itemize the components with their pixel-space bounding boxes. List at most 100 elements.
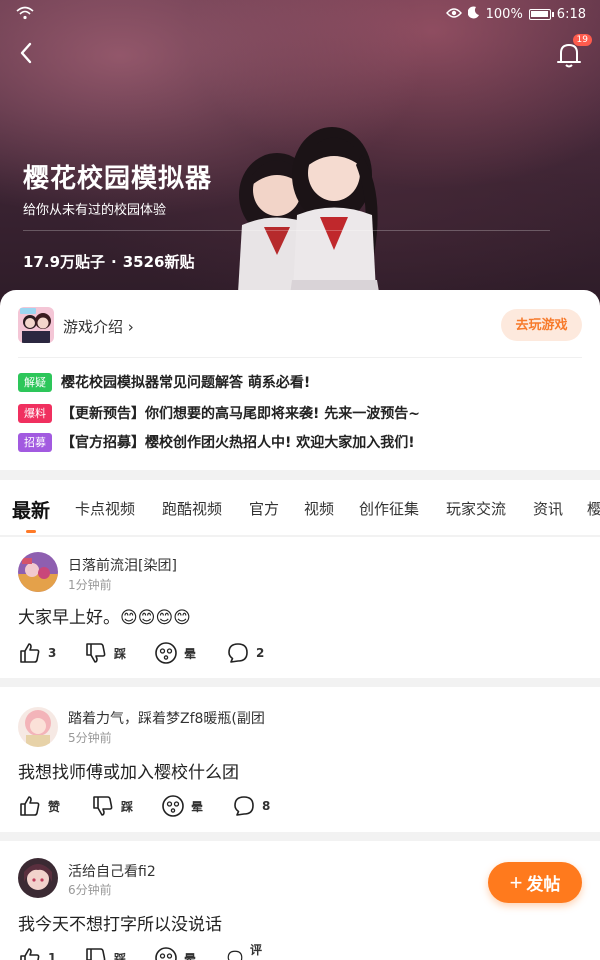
stats-separator: · — [111, 253, 117, 271]
new-post-button[interactable]: + 发帖 — [488, 862, 582, 903]
status-bar: 100% 6:18 — [0, 0, 600, 30]
chevron-right-icon: › — [127, 318, 134, 336]
avatar[interactable] — [18, 707, 58, 747]
new-posts-count: 3526新贴 — [122, 253, 195, 271]
eye-icon — [445, 7, 462, 23]
divider — [18, 357, 582, 358]
tab-official[interactable]: 官方 — [249, 498, 279, 519]
notice-tag: 解疑 — [18, 372, 52, 392]
tab-videos[interactable]: 视频 — [304, 498, 334, 519]
notification-badge: 19 — [572, 34, 592, 46]
game-intro-label: 游戏介绍 — [63, 318, 124, 336]
comment-icon — [234, 796, 254, 816]
divider — [23, 230, 550, 231]
notice-title: 【更新预告】你们想要的高马尾即将来袭! 先来一波预告~ — [61, 406, 420, 422]
notice-tag: 爆料 — [18, 403, 52, 423]
dizzy-face-icon — [162, 795, 184, 817]
like-button[interactable]: 1 — [18, 945, 56, 960]
thumbs-down-icon — [86, 643, 106, 663]
forum-subtitle: 给你从未有过的校园体验 — [23, 203, 167, 218]
notice-title: 樱花校园模拟器常见问题解答 萌系必看! — [61, 375, 311, 391]
dizzy-face-icon — [155, 642, 177, 664]
dizzy-face-icon — [155, 947, 177, 960]
active-tab-indicator — [26, 530, 36, 533]
category-tabs: 最新 卡点视频 跑酷视频 官方 视频 创作征集 玩家交流 资讯 樱 — [0, 480, 600, 535]
notification-button[interactable]: 19 — [552, 34, 592, 72]
tab-beat-videos[interactable]: 卡点视频 — [75, 498, 135, 519]
notice-tag: 招募 — [18, 432, 52, 452]
post-time: 1分钟前 — [68, 578, 112, 592]
battery-icon — [528, 9, 554, 20]
comment-label: 评论 — [250, 943, 263, 957]
dislike-button[interactable]: 踩 — [84, 640, 126, 666]
tab-more[interactable]: 樱 — [587, 498, 600, 519]
thumbs-up-icon — [20, 643, 40, 663]
dislike-button[interactable]: 踩 — [84, 945, 126, 960]
forum-info-card: 游戏介绍 › 去玩游戏 解疑 樱花校园模拟器常见问题解答 萌系必看! 爆料 【更… — [0, 290, 600, 470]
clock: 6:18 — [556, 7, 586, 22]
game-intro-link[interactable]: 游戏介绍 › — [63, 316, 134, 337]
forum-header: 100% 6:18 19 樱花校园模拟器 给你从未有过的校园体验 17.9万贴子… — [0, 0, 600, 310]
pinned-notice[interactable]: 爆料 【更新预告】你们想要的高马尾即将来袭! 先来一波预告~ — [18, 403, 420, 423]
thumbs-up-icon — [20, 948, 40, 960]
tab-creation-contest[interactable]: 创作征集 — [359, 498, 419, 519]
post-username[interactable]: 踏着力气，踩着梦Zf8暖瓶(副团 — [68, 708, 265, 728]
dizzy-label: 晕 — [184, 646, 197, 661]
moon-icon — [467, 6, 480, 23]
pinned-notice[interactable]: 解疑 樱花校园模拟器常见问题解答 萌系必看! — [18, 372, 310, 392]
tab-latest[interactable]: 最新 — [12, 496, 50, 523]
posts-count: 17.9万贴子 — [23, 253, 106, 271]
wifi-icon — [16, 6, 34, 24]
dizzy-label: 晕 — [184, 951, 197, 960]
game-row: 游戏介绍 › 去玩游戏 — [18, 307, 582, 343]
post-content[interactable]: 我想找师傅或加入樱校什么团 — [18, 758, 239, 783]
post-content[interactable]: 我今天不想打字所以没说话 — [18, 910, 222, 935]
like-button[interactable]: 赞 — [18, 793, 60, 819]
forum-title: 樱花校园模拟器 — [23, 164, 213, 194]
comment-icon — [227, 950, 243, 960]
avatar[interactable] — [18, 552, 58, 592]
dizzy-button[interactable]: 晕 — [154, 945, 196, 960]
forum-stats: 17.9万贴子 · 3526新贴 — [23, 251, 194, 272]
like-label: 赞 — [48, 799, 61, 814]
game-thumbnail[interactable] — [18, 307, 54, 343]
new-post-label: 发帖 — [526, 875, 561, 894]
tab-news[interactable]: 资讯 — [533, 498, 563, 519]
avatar[interactable] — [18, 858, 58, 898]
post-card[interactable]: 日落前流泪[染团] 1分钟前 大家早上好。😊😊😊😊 3 踩 晕 2 — [0, 537, 600, 678]
chevron-left-icon — [20, 42, 32, 64]
comment-button[interactable]: 2 — [226, 640, 264, 666]
post-time: 6分钟前 — [68, 883, 112, 897]
game-characters-image — [237, 127, 382, 310]
dislike-label: 踩 — [114, 646, 127, 661]
dizzy-label: 晕 — [191, 799, 204, 814]
battery-percent: 100% — [485, 7, 523, 22]
dizzy-button[interactable]: 晕 — [161, 793, 203, 819]
comment-count: 2 — [256, 646, 265, 660]
post-username[interactable]: 活给自己看fi2 — [68, 861, 156, 881]
like-count: 3 — [48, 646, 57, 660]
tab-player-chat[interactable]: 玩家交流 — [446, 498, 506, 519]
comment-count: 8 — [262, 799, 271, 813]
tab-parkour-videos[interactable]: 跑酷视频 — [162, 498, 222, 519]
play-game-button[interactable]: 去玩游戏 — [501, 309, 582, 341]
dizzy-button[interactable]: 晕 — [154, 640, 196, 666]
thumbs-up-icon — [20, 796, 40, 816]
comment-button[interactable]: 评论 — [226, 943, 268, 960]
post-content[interactable]: 大家早上好。😊😊😊😊 — [18, 603, 191, 628]
comment-button[interactable]: 8 — [232, 793, 270, 819]
like-button[interactable]: 3 — [18, 640, 56, 666]
pinned-notice[interactable]: 招募 【官方招募】樱校创作团火热招人中! 欢迎大家加入我们! — [18, 432, 415, 452]
comment-icon — [228, 643, 248, 663]
post-username[interactable]: 日落前流泪[染团] — [68, 555, 177, 575]
dislike-label: 踩 — [114, 951, 127, 960]
plus-icon: + — [509, 869, 523, 895]
notice-title: 【官方招募】樱校创作团火热招人中! 欢迎大家加入我们! — [61, 435, 415, 451]
dislike-label: 踩 — [121, 799, 134, 814]
post-card[interactable]: 踏着力气，踩着梦Zf8暖瓶(副团 5分钟前 我想找师傅或加入樱校什么团 赞 踩 … — [0, 687, 600, 832]
thumbs-down-icon — [93, 796, 113, 816]
back-button[interactable] — [12, 38, 42, 68]
thumbs-down-icon — [86, 948, 106, 960]
post-time: 5分钟前 — [68, 731, 112, 745]
dislike-button[interactable]: 踩 — [91, 793, 133, 819]
